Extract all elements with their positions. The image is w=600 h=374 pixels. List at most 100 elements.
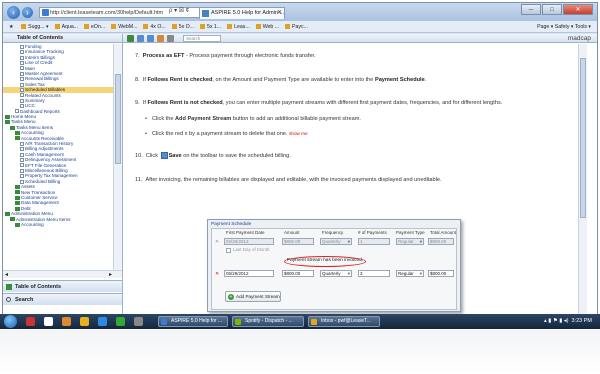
page-icon: [20, 104, 24, 109]
schedule-body: First Payment Date Amount Frequency # of…: [211, 228, 457, 310]
favorite-icon: [199, 24, 205, 30]
page-icon: [20, 71, 24, 76]
browser-tab[interactable]: ASPIRE 5.0 Help for Admin ... ✕: [199, 7, 285, 19]
maximize-button[interactable]: □: [542, 4, 562, 15]
row1-delete-icon: ✕: [215, 239, 220, 245]
scroll-right-icon[interactable]: ▸: [109, 271, 112, 279]
search-panel-button[interactable]: Search: [3, 293, 122, 305]
page-icon: [15, 109, 19, 114]
pinned-app-icon-2[interactable]: [44, 317, 53, 326]
col-amount: Amount: [284, 230, 300, 235]
page-icon: [20, 44, 24, 49]
step-8: 8. If Follows Rent is checked, on the Am…: [135, 77, 427, 83]
page-icon: [20, 87, 24, 92]
book-icon: [15, 195, 20, 200]
toc-tree: Funding Insurance Tracking Interim Billing…: [3, 44, 113, 270]
search-icon: [6, 297, 11, 302]
row2-type-select: Regular: [396, 270, 424, 277]
plus-icon: +: [228, 294, 234, 300]
pinned-app-icon-6[interactable]: [116, 317, 125, 326]
task-aspire-help[interactable]: ASPIRE 5.0 Help for ...: [158, 316, 228, 327]
sync-toc-icon[interactable]: [157, 35, 164, 42]
pinned-app-icon-1[interactable]: [26, 317, 35, 326]
forward-topic-icon[interactable]: [147, 35, 154, 42]
favorite-link[interactable]: 4x O...: [143, 21, 166, 32]
home-icon[interactable]: [127, 35, 134, 42]
pinned-app-icon-7[interactable]: [134, 317, 143, 326]
book-icon: [15, 136, 20, 141]
content-scroll-thumb[interactable]: [580, 58, 586, 218]
favorite-link[interactable]: Sugg... ▾: [21, 21, 49, 32]
book-icon: [15, 184, 20, 189]
command-bar[interactable]: Page ▾ Safety ▾ Tools ▾: [537, 21, 591, 32]
forward-icon[interactable]: ›: [22, 7, 33, 18]
favorite-link[interactable]: Leas...: [227, 21, 250, 32]
row1-frequency-select: Quarterly: [320, 238, 352, 245]
close-button[interactable]: ✕: [563, 4, 593, 15]
favorite-link[interactable]: 5x O...: [171, 21, 194, 32]
back-icon[interactable]: ‹: [7, 6, 20, 19]
toc-item[interactable]: Accounting: [3, 222, 113, 227]
row2-delete-icon: ✕: [215, 271, 220, 277]
tab-close-icon[interactable]: ✕: [277, 8, 282, 19]
show-me-link[interactable]: show me: [289, 131, 307, 136]
search-panel-label: Search: [15, 297, 34, 303]
book-icon: [5, 211, 10, 216]
scroll-left-icon[interactable]: ◂: [5, 271, 8, 279]
row2-payments-field: 3: [358, 270, 390, 277]
minimize-button[interactable]: ─: [521, 4, 541, 15]
toc-panel-button[interactable]: Table of Contents: [3, 280, 122, 292]
add-payment-stream-button: + Add Payment Stream: [225, 291, 281, 302]
task-outlook-inbox[interactable]: Inbox - pwf@LeaseT...: [308, 316, 380, 327]
page-icon: [20, 93, 24, 98]
favorite-link[interactable]: 5x 1...: [199, 21, 221, 32]
pinned-app-icon-5[interactable]: [98, 317, 107, 326]
topic-content: 7. Process as EFT - Process payment thro…: [123, 44, 587, 318]
help-search-placeholder: Search: [186, 36, 201, 41]
tab-title: ASPIRE 5.0 Help for Admin ...: [211, 10, 285, 16]
row1-amount-field: $800.00: [282, 238, 314, 245]
browser-window: ‹ › http://client.leaseteam.com/30help/D…: [2, 2, 598, 326]
toc-scroll-thumb[interactable]: [115, 74, 121, 164]
favorite-link[interactable]: WebM...: [111, 21, 137, 32]
favorite-link[interactable]: Payc...: [285, 21, 308, 32]
book-icon: [15, 131, 20, 136]
toc-horizontal-scrollbar[interactable]: ◂ ▸: [3, 270, 122, 278]
favorite-icon: [143, 24, 149, 30]
address-tools[interactable]: ρ ▾ ☒ ¢: [169, 7, 189, 14]
book-icon: [10, 125, 15, 130]
pinned-app-icon-4[interactable]: [80, 317, 89, 326]
page-icon: [20, 152, 24, 157]
step-9: 9. If Follows Rent is not checked, you c…: [135, 100, 503, 106]
content-scrollbar[interactable]: [578, 44, 587, 318]
outlook-icon: [311, 319, 317, 325]
back-topic-icon[interactable]: [137, 35, 144, 42]
step-7: 7. Process as EFT - Process payment thro…: [135, 53, 316, 59]
browser-titlebar: ‹ › http://client.leaseteam.com/30help/D…: [3, 3, 597, 21]
favorite-link[interactable]: Web ...: [255, 21, 279, 32]
page-icon: [20, 66, 24, 71]
toc-vertical-scrollbar[interactable]: [113, 44, 122, 270]
system-tray: ▴ ▮ ⚑ ▮ ◂) 3:23 PM: [544, 318, 592, 324]
book-icon: [5, 120, 10, 125]
favorite-link[interactable]: eOn...: [84, 21, 105, 32]
row2-date-field: 05/29/2012: [224, 270, 274, 277]
start-button[interactable]: [4, 315, 17, 328]
page-icon: [42, 9, 49, 16]
bullet-add-stream: Click the Add Payment Stream button to a…: [145, 116, 361, 122]
help-search-input[interactable]: Search: [183, 35, 221, 42]
favorites-star-icon[interactable]: ★: [9, 21, 14, 32]
pinned-app-icon-3[interactable]: [62, 317, 71, 326]
help-app: Table of Contents Funding Insurance Track…: [3, 34, 597, 318]
last-day-checkbox: [226, 248, 231, 253]
favorite-link[interactable]: Aqua...: [54, 21, 78, 32]
print-icon[interactable]: [167, 35, 174, 42]
page-icon: [20, 174, 24, 179]
address-bar[interactable]: http://client.leaseteam.com/30help/Defau…: [39, 7, 217, 18]
clock[interactable]: 3:23 PM: [572, 318, 592, 324]
schedule-title: Payment Schedule: [211, 222, 252, 227]
favorite-icon: [171, 24, 177, 30]
task-spotify[interactable]: Spotify - Dispatch - ...: [232, 316, 304, 327]
page-icon: [20, 60, 24, 65]
row1-total-field: $800.00: [428, 238, 454, 245]
